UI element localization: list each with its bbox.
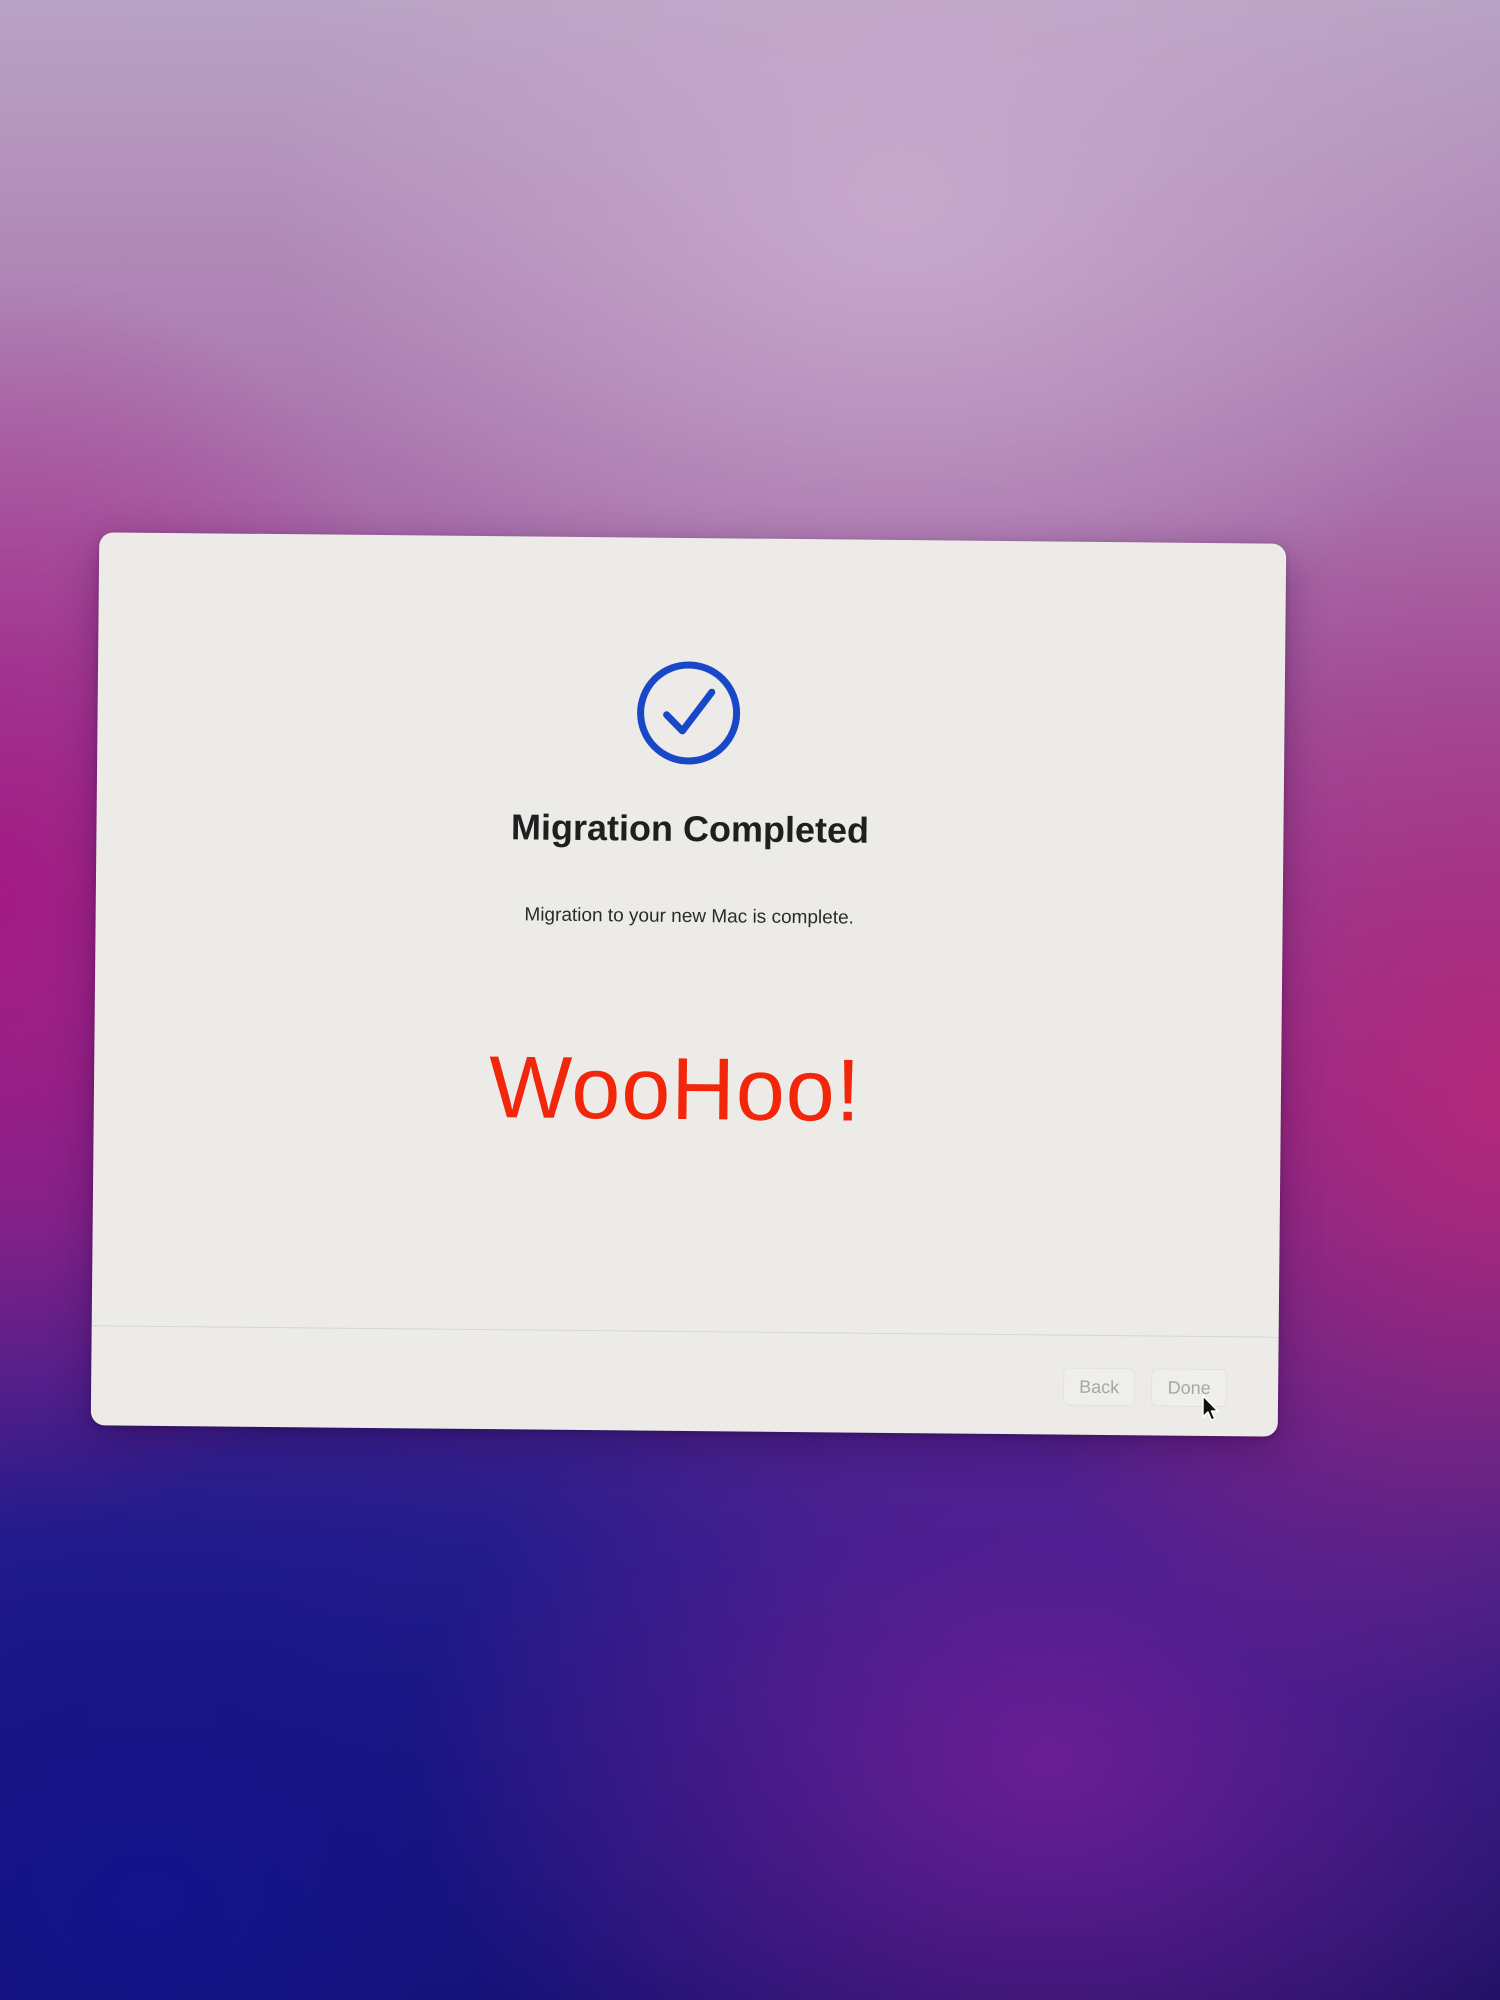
footer-divider xyxy=(91,1325,1279,1338)
dialog-title: Migration Completed xyxy=(510,806,870,851)
overlay-text: WooHoo! xyxy=(488,1037,862,1140)
arrow-cursor-icon xyxy=(1201,1395,1221,1423)
back-button[interactable]: Back xyxy=(1062,1367,1136,1407)
dialog-message: Migration to your new Mac is complete. xyxy=(524,904,854,929)
checkmark-circle-icon xyxy=(633,657,744,768)
migration-dialog: Migration Completed Migration to your ne… xyxy=(90,532,1287,1437)
